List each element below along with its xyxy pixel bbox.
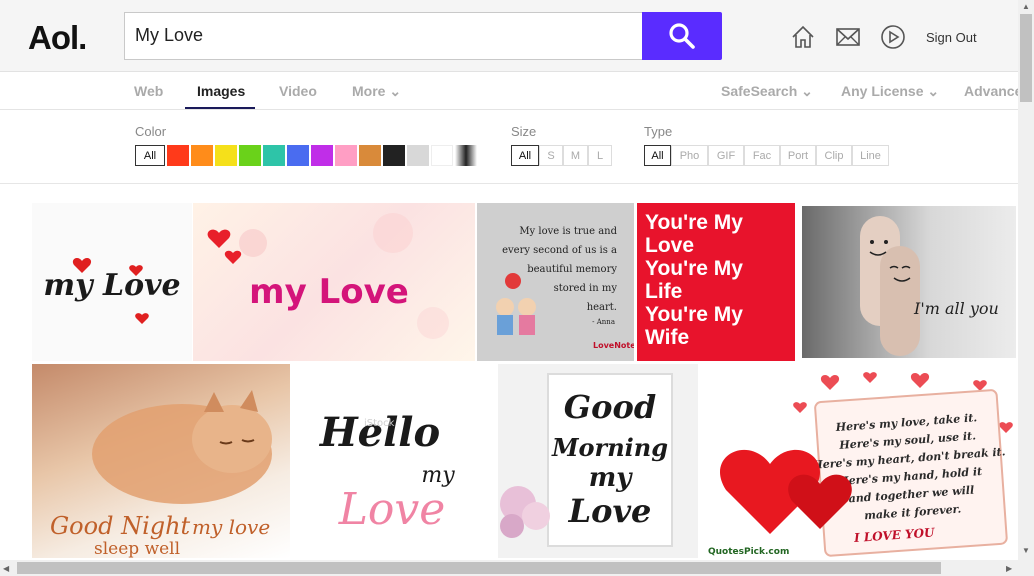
image-result-tile[interactable]: Good Night my love sleep well	[32, 364, 290, 558]
advanced-link[interactable]: Advance	[964, 83, 1022, 99]
type-all-chip[interactable]: All	[644, 145, 671, 166]
search-input[interactable]: My Love	[124, 12, 642, 60]
quote-author: - Anna	[592, 318, 615, 326]
tab-web[interactable]: Web	[134, 83, 163, 99]
quote-line: My love is true and	[519, 226, 617, 237]
image-caption: I'm all you	[913, 299, 999, 318]
quote-line: You're My	[645, 211, 743, 234]
image-result-tile[interactable]: Hello my Love iStock	[292, 364, 497, 558]
type-photo-chip[interactable]: Pho	[671, 145, 708, 166]
quote-line: stored in my	[554, 283, 618, 294]
license-dropdown[interactable]: Any License ⌄	[841, 83, 939, 100]
size-filter-label: Size	[511, 124, 537, 139]
color-swatch[interactable]	[215, 145, 237, 166]
color-swatch[interactable]	[287, 145, 309, 166]
image-brand: LoveNote	[593, 341, 634, 350]
horizontal-scroll-thumb[interactable]	[17, 562, 941, 574]
image-watermark: iStock	[364, 418, 395, 429]
size-small-chip[interactable]: S	[539, 145, 563, 166]
color-filter-label: Color	[135, 124, 167, 139]
image-brand: QuotesPick.com	[708, 547, 789, 557]
image-result-tile[interactable]: my Love	[193, 203, 475, 361]
tab-more[interactable]: More ⌄	[352, 83, 401, 100]
scroll-right-arrow[interactable]: ▶	[1006, 564, 1012, 573]
image-result-tile[interactable]: Good Morning my Love	[498, 364, 698, 558]
color-all-chip[interactable]: All	[135, 145, 165, 166]
color-swatch[interactable]	[359, 145, 381, 166]
image-caption: Hello	[319, 409, 440, 456]
color-swatch-grayscale[interactable]	[455, 145, 477, 166]
color-swatch[interactable]	[311, 145, 333, 166]
image-result-tile[interactable]: my Love	[32, 203, 192, 361]
quote-line: Love	[645, 234, 694, 257]
image-filters: Color All Size All S M L Type All Pho GI…	[0, 111, 1018, 184]
type-line-chip[interactable]: Line	[852, 145, 889, 166]
search-button[interactable]	[642, 12, 722, 60]
image-caption: my Love	[249, 272, 409, 312]
color-swatch[interactable]	[383, 145, 405, 166]
type-face-chip[interactable]: Fac	[744, 145, 780, 166]
image-caption: my Love	[43, 268, 180, 303]
image-caption: sleep well	[94, 539, 180, 558]
quote-line: every second of us is a	[502, 245, 617, 256]
quote-line: You're My	[645, 257, 743, 280]
tab-images[interactable]: Images	[197, 83, 245, 99]
type-gif-chip[interactable]: GIF	[708, 145, 744, 166]
type-clipart-chip[interactable]: Clip	[816, 145, 852, 166]
color-swatch[interactable]	[263, 145, 285, 166]
image-result-tile[interactable]: You're My Love You're My Life You're My …	[637, 203, 795, 361]
quote-line: Morning	[551, 433, 668, 462]
scroll-down-arrow[interactable]: ▼	[1022, 546, 1030, 555]
image-result-tile[interactable]: I'm all you	[802, 206, 1016, 358]
safesearch-dropdown[interactable]: SafeSearch ⌄	[721, 83, 813, 100]
image-result-tile[interactable]: My love is true and every second of us i…	[477, 203, 634, 361]
header-bar: Aol. My Love Sign Out	[0, 0, 1018, 72]
size-large-chip[interactable]: L	[588, 145, 612, 166]
color-swatch[interactable]	[191, 145, 213, 166]
image-result-tile[interactable]: Here's my love, take it. Here's my soul,…	[700, 364, 1016, 558]
quote-line: Life	[645, 280, 682, 303]
quote-line: beautiful memory	[527, 264, 617, 275]
quote-line: heart.	[587, 302, 617, 313]
aol-search-page: Aol. My Love Sign Out Web Images Video M	[0, 0, 1034, 576]
video-play-icon[interactable]	[880, 24, 906, 50]
scroll-up-arrow[interactable]: ▲	[1022, 2, 1030, 11]
image-caption: Good Night	[50, 512, 191, 540]
color-swatch[interactable]	[431, 145, 453, 166]
search-tabs: Web Images Video More ⌄ SafeSearch ⌄ Any…	[0, 73, 1022, 110]
quote-line: Good	[564, 388, 656, 426]
sign-out-link[interactable]: Sign Out	[926, 30, 977, 45]
color-swatch[interactable]	[239, 145, 261, 166]
color-swatch[interactable]	[335, 145, 357, 166]
home-icon[interactable]	[790, 24, 816, 50]
tab-video[interactable]: Video	[279, 83, 317, 99]
size-medium-chip[interactable]: M	[563, 145, 588, 166]
aol-logo[interactable]: Aol.	[28, 19, 87, 57]
type-filter-label: Type	[644, 124, 673, 139]
quote-line: my	[589, 463, 634, 493]
quote-line: Love	[568, 492, 652, 530]
image-caption: my love	[192, 515, 270, 539]
search-icon	[669, 23, 695, 49]
scroll-left-arrow[interactable]: ◀	[3, 564, 9, 573]
type-portrait-chip[interactable]: Port	[780, 145, 816, 166]
mail-icon[interactable]	[835, 24, 861, 50]
size-all-chip[interactable]: All	[511, 145, 539, 166]
color-swatch[interactable]	[407, 145, 429, 166]
vertical-scroll-thumb[interactable]	[1020, 14, 1032, 102]
color-swatch[interactable]	[167, 145, 189, 166]
active-tab-indicator	[185, 107, 255, 109]
quote-line: Wife	[645, 326, 689, 349]
quote-line: You're My	[645, 303, 743, 326]
image-caption: Love	[338, 484, 446, 535]
